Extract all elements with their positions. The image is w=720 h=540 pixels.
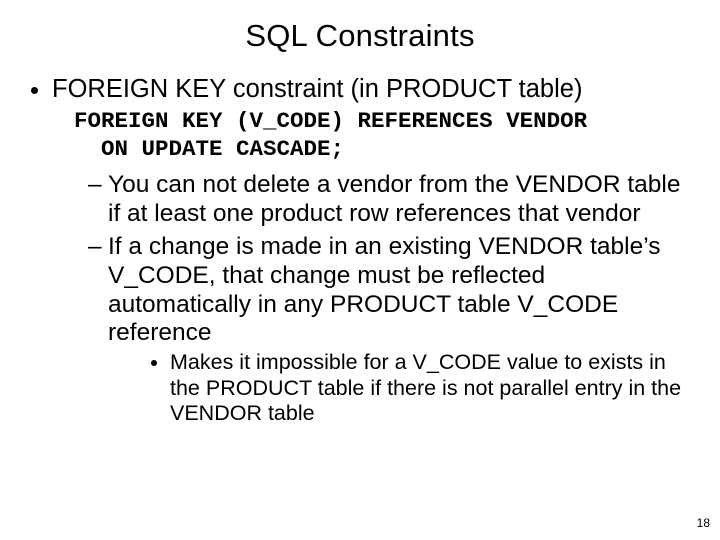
list-item: You can not delete a vendor from the VEN… — [88, 171, 692, 229]
bullet-text: You can not delete a vendor from the VEN… — [108, 171, 680, 227]
code-line: ON UPDATE CASCADE; — [74, 136, 344, 162]
sub-sub-list: Makes it impossible for a V_CODE value t… — [108, 350, 692, 426]
bullet-text: If a change is made in an existing VENDO… — [108, 233, 660, 347]
sub-list: You can not delete a vendor from the VEN… — [52, 171, 692, 427]
page-number: 18 — [697, 516, 710, 530]
bullet-text: FOREIGN KEY constraint (in PRODUCT table… — [52, 75, 582, 103]
bullet-list: FOREIGN KEY constraint (in PRODUCT table… — [28, 74, 692, 426]
code-block: FOREIGN KEY (V_CODE) REFERENCES VENDOR O… — [74, 108, 692, 163]
code-line: FOREIGN KEY (V_CODE) REFERENCES VENDOR — [74, 108, 587, 134]
list-item: If a change is made in an existing VENDO… — [88, 233, 692, 427]
page-title: SQL Constraints — [28, 18, 692, 54]
list-item: FOREIGN KEY constraint (in PRODUCT table… — [52, 74, 692, 426]
bullet-text: Makes it impossible for a V_CODE value t… — [170, 350, 681, 425]
list-item: Makes it impossible for a V_CODE value t… — [170, 350, 692, 426]
slide: SQL Constraints FOREIGN KEY constraint (… — [0, 0, 720, 540]
